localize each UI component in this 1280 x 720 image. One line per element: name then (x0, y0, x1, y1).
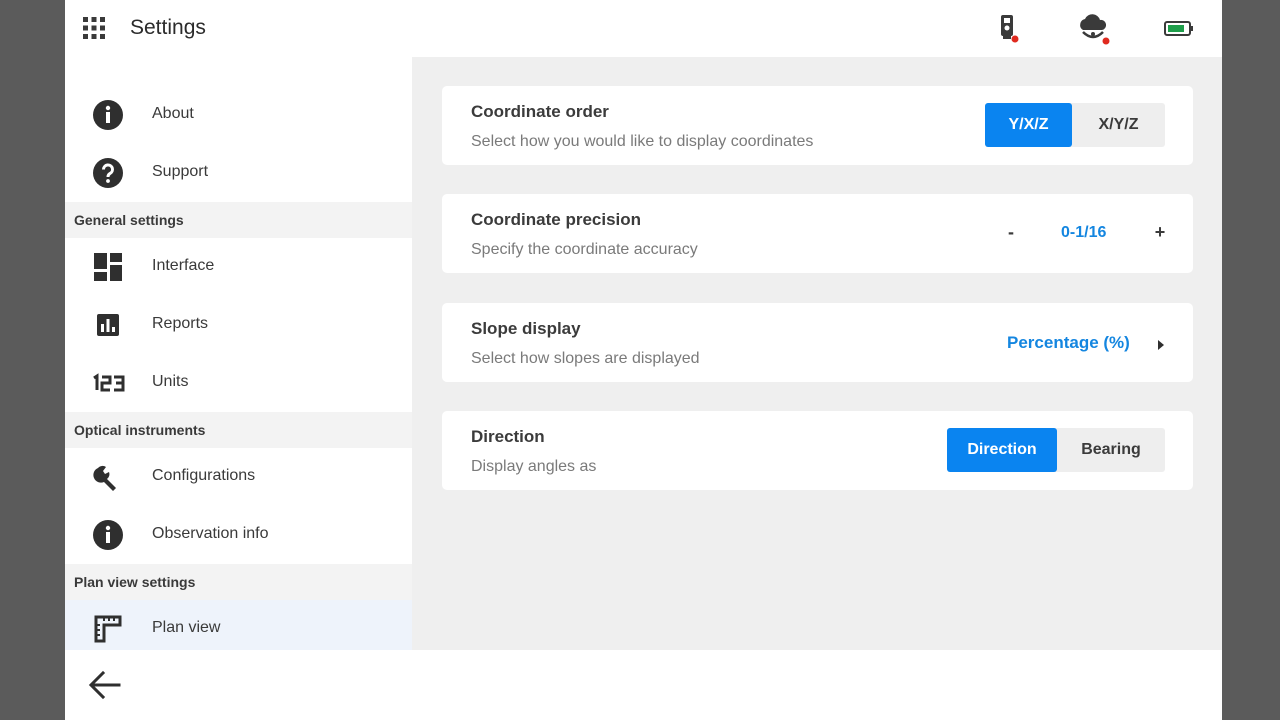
precision-value: 0-1/16 (1061, 224, 1107, 241)
section-header-label: Optical instruments (74, 422, 206, 438)
sidebar-item-label: Configurations (152, 467, 256, 484)
card-title: Slope display (471, 319, 581, 338)
coordinate-order-toggle: Y/X/Z X/Y/Z (985, 103, 1165, 147)
direction-card: Direction Display angles as Direction Be… (442, 411, 1193, 490)
precision-decrease-button[interactable]: - (1001, 222, 1021, 243)
sidebar-item-plan-view[interactable]: Plan view (65, 600, 412, 650)
precision-increase-button[interactable]: + (1150, 222, 1170, 243)
card-description: Select how slopes are displayed (471, 350, 700, 367)
slope-display-value: Percentage (%) (1007, 333, 1130, 352)
wrench-icon (92, 461, 124, 493)
card-title: Direction (471, 427, 545, 446)
option-xyz-button[interactable]: X/Y/Z (1072, 103, 1165, 147)
card-title: Coordinate order (471, 102, 609, 121)
total-station-icon[interactable] (990, 12, 1024, 46)
sidebar-item-label: About (152, 105, 194, 122)
sidebar-item-reports[interactable]: Reports (65, 296, 412, 354)
card-title: Coordinate precision (471, 210, 642, 229)
sidebar-item-label: Units (152, 373, 189, 390)
bar-chart-icon (92, 309, 124, 341)
section-header-label: General settings (74, 212, 184, 228)
numbers-123-icon (92, 367, 125, 399)
sidebar-item-label: Observation info (152, 525, 269, 542)
section-header-general: General settings (65, 202, 412, 238)
section-header-label: Plan view settings (74, 574, 196, 590)
sidebar-item-configurations[interactable]: Configurations (65, 448, 412, 506)
sidebar-item-label: Reports (152, 315, 209, 332)
card-description: Select how you would like to display coo… (471, 133, 814, 150)
settings-sidebar: About Support General settings Interface… (65, 57, 412, 650)
sidebar-item-interface[interactable]: Interface (65, 238, 412, 296)
sidebar-item-label: Support (152, 163, 209, 180)
chevron-right-icon (1157, 337, 1165, 355)
dashboard-icon (92, 251, 124, 283)
option-bearing-button[interactable]: Bearing (1057, 428, 1165, 472)
settings-app: Settings About Support General settings … (65, 0, 1222, 720)
bottom-bar (65, 650, 1222, 720)
slope-display-card[interactable]: Slope display Select how slopes are disp… (442, 303, 1193, 382)
sidebar-item-about[interactable]: About (65, 86, 412, 144)
direction-toggle: Direction Bearing (947, 428, 1165, 472)
option-direction-button[interactable]: Direction (947, 428, 1057, 472)
ruler-icon (92, 613, 124, 645)
apps-grid-icon[interactable] (82, 16, 106, 40)
section-header-optical: Optical instruments (65, 412, 412, 448)
sidebar-item-label: Interface (152, 257, 215, 274)
option-yxz-button[interactable]: Y/X/Z (985, 103, 1072, 147)
help-icon (92, 157, 124, 189)
sidebar-item-units[interactable]: Units (65, 354, 412, 412)
cloud-connection-icon[interactable] (1073, 12, 1113, 46)
info-icon (92, 99, 124, 131)
section-header-plan-view: Plan view settings (65, 564, 412, 600)
card-description: Display angles as (471, 458, 597, 475)
page-title: Settings (130, 16, 206, 39)
top-app-bar: Settings (65, 0, 1222, 57)
coordinate-precision-card: Coordinate precision Specify the coordin… (442, 194, 1193, 273)
battery-icon (1162, 12, 1196, 46)
sidebar-item-label: Plan view (152, 619, 221, 636)
coordinate-order-card: Coordinate order Select how you would li… (442, 86, 1193, 165)
info-icon (92, 519, 124, 551)
sidebar-item-support[interactable]: Support (65, 144, 412, 202)
settings-content: Coordinate order Select how you would li… (412, 57, 1222, 650)
card-description: Specify the coordinate accuracy (471, 241, 698, 258)
arrow-left-icon[interactable] (87, 668, 123, 702)
sidebar-item-observation-info[interactable]: Observation info (65, 506, 412, 564)
